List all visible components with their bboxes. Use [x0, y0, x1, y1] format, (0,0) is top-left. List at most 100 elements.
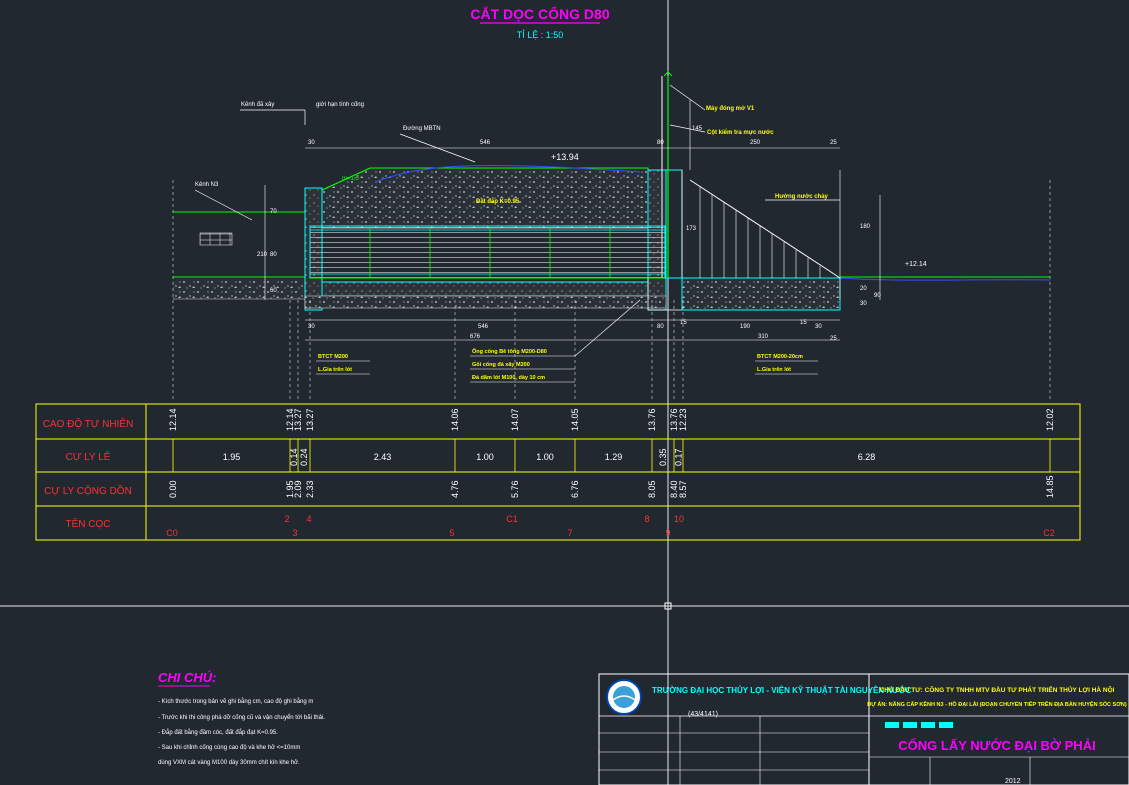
cumulative-value: 4.76: [450, 480, 460, 498]
title-tab-strip: [885, 722, 953, 728]
label-elevation-top: +13.94: [551, 152, 579, 162]
row-label-segment: CỰ LY LẺ: [66, 450, 111, 463]
label-flow-direction: Hướng nước chảy: [775, 194, 829, 200]
cumulative-value: 8.57: [678, 480, 688, 498]
station-name: C0: [166, 528, 178, 538]
dim-top-3: 80: [657, 140, 664, 146]
label-slope: m=1.5: [342, 176, 360, 182]
segment-value: 2.43: [374, 452, 392, 462]
segment-value: 1.00: [536, 452, 554, 462]
cumulative-value: 2.33: [305, 480, 315, 498]
project-name: DỰ ÁN: NÂNG CẤP KÊNH N3 - HỒ ĐẠI LẢI (ĐO…: [867, 700, 1127, 708]
dim-bot-8: 676: [470, 334, 481, 340]
label-fill-soil: Đất đắp K=0.95: [476, 198, 520, 205]
dim-left-3: 210: [257, 252, 268, 258]
dim-bot-5: 190: [740, 324, 751, 330]
elevation-value: 12.14: [168, 408, 178, 431]
dim-bot-2: 546: [478, 324, 489, 330]
segment-value: 0.24: [299, 448, 309, 466]
station-name: 3: [292, 528, 297, 538]
dim-right-2: 180: [860, 224, 871, 230]
cumulative-value: 0.00: [168, 480, 178, 498]
dim-right-5: 90: [874, 293, 881, 299]
drawing-code: (43/4141): [688, 711, 718, 718]
station-name: 2: [284, 514, 289, 524]
elevation-value: 14.06: [450, 408, 460, 431]
drawing-name: CỐNG LẤY NƯỚC ĐẠI BỜ PHẢI: [898, 738, 1095, 753]
segment-value: 1.29: [605, 452, 623, 462]
pipe-bedding: [321, 281, 649, 297]
water-line-right: [839, 277, 1051, 281]
segment-values: 1.95 0.14 0.24 2.43 1.00 1.00 1.29 0.35 0.17 6.28: [223, 448, 876, 466]
culvert-pipe: [309, 225, 666, 279]
label-gate-hoist: Máy đóng mở V1: [706, 106, 755, 112]
notes-heading: CHI CHÚ:: [158, 670, 217, 685]
dim-right-1: 173: [686, 226, 697, 232]
drawing-title: CẮT DỌC CỐNG D80: [470, 5, 609, 22]
station-name: 8: [644, 514, 649, 524]
callout-btct-right-1: BTCT M200-20cm: [757, 354, 803, 360]
note-line-1: - Kích thước trong bản vẽ ghi bằng cm, c…: [158, 698, 313, 705]
dim-bot-9: 310: [758, 334, 769, 340]
cad-drawing-canvas[interactable]: CẮT DỌC CỐNG D80 TỈ LỆ : 1:50 Kênh đã xâ…: [0, 0, 1129, 785]
dim-bot-6: 15: [800, 320, 807, 326]
drawing-scale: TỈ LỆ : 1:50: [517, 29, 564, 40]
row-label-station: TÊN CỌC: [66, 517, 111, 530]
note-line-2: - Trước khi thi công phá dỡ cống cũ và v…: [158, 714, 325, 721]
dim-left-4: 60: [270, 288, 277, 294]
elevation-value: 12.02: [1045, 408, 1055, 431]
callout-btct-left-1: BTCT M200: [318, 354, 348, 360]
dim-top-6: 145: [692, 126, 703, 132]
segment-value: 0.17: [674, 448, 684, 466]
elevation-values: 12.14 12.1413.27 13.27 14.06 14.07 14.05 13.76…: [168, 408, 1055, 431]
segment-value: 1.00: [476, 452, 494, 462]
dim-bot-7: 30: [815, 324, 822, 330]
dim-right-3: 20: [860, 286, 867, 292]
dim-top-4: 25: [830, 140, 837, 146]
label-kenh-da-xay: Kênh đã xây: [241, 102, 274, 108]
cumulative-value: 2.09: [293, 480, 303, 498]
label-elevation-right: +12.14: [905, 261, 927, 268]
note-line-3: - Đắp đất bằng đầm cóc, đất đắp đạt K=0.…: [158, 729, 278, 736]
dim-bot-3: 80: [657, 324, 664, 330]
embankment-fill: [321, 167, 649, 229]
dim-top-2: 546: [480, 140, 491, 146]
station-name: 5: [449, 528, 454, 538]
dim-bot-1: 30: [308, 324, 315, 330]
label-duong-mbtn: Đường MBTN: [403, 126, 441, 132]
segment-value: 1.95: [223, 452, 241, 462]
brick-symbol: [199, 232, 233, 246]
label-kenh-n3: Kênh N3: [195, 182, 219, 188]
profile-table: [35, 403, 1081, 541]
station-name: 7: [567, 528, 572, 538]
label-check-post: Cột kiểm tra mực nước: [707, 129, 774, 136]
callout-pipe-1: Ống cống Bê tông M200-D80: [472, 348, 547, 355]
cumulative-value: 5.76: [510, 480, 520, 498]
callout-pipe-3: Đá dăm lót M100, dày 10 cm: [472, 375, 545, 381]
dim-top-5: 250: [750, 140, 761, 146]
row-label-cumulative: CỰ LY CỘNG DỒN: [44, 484, 132, 497]
school-logo-icon: [606, 679, 642, 715]
dim-top-1: 30: [308, 140, 315, 146]
owner-name: CHỦ ĐẦU TƯ: CÔNG TY TNHH MTV ĐẦU TƯ PHÁT…: [880, 684, 1115, 694]
label-gioi-han: giới hạn tính cống: [316, 102, 364, 108]
dim-right-4: 30: [860, 301, 867, 307]
station-name: 9: [665, 528, 670, 538]
drawing-year: 2012: [1005, 778, 1021, 785]
outlet-apron: [681, 277, 841, 311]
callout-btct-right-2: L.Gia trên lót: [757, 367, 791, 373]
station-name: 4: [306, 514, 311, 524]
elevation-value: 14.07: [510, 408, 520, 431]
note-line-4: - Sau khi chỉnh cống cùng cao độ và khe …: [158, 744, 300, 751]
station-values: 2 4 C1 8 10 C0 3 5 7 9 C2: [166, 514, 1055, 538]
station-name: 10: [674, 514, 684, 524]
elevation-value: 13.76: [647, 408, 657, 431]
callout-frames: [316, 299, 818, 383]
segment-value: 0.14: [289, 448, 299, 466]
row-label-elevation: CAO ĐỘ TỰ NHIÊN: [43, 417, 134, 430]
callout-btct-left-2: L.Gia trên lót: [318, 367, 352, 373]
dim-bot-10: 25: [830, 336, 837, 342]
station-name: C1: [506, 514, 518, 524]
school-name: TRƯỜNG ĐẠI HỌC THỦY LỢI - VIỆN KỸ THUẬT …: [652, 686, 912, 695]
elevation-value: 13.27: [305, 408, 315, 431]
